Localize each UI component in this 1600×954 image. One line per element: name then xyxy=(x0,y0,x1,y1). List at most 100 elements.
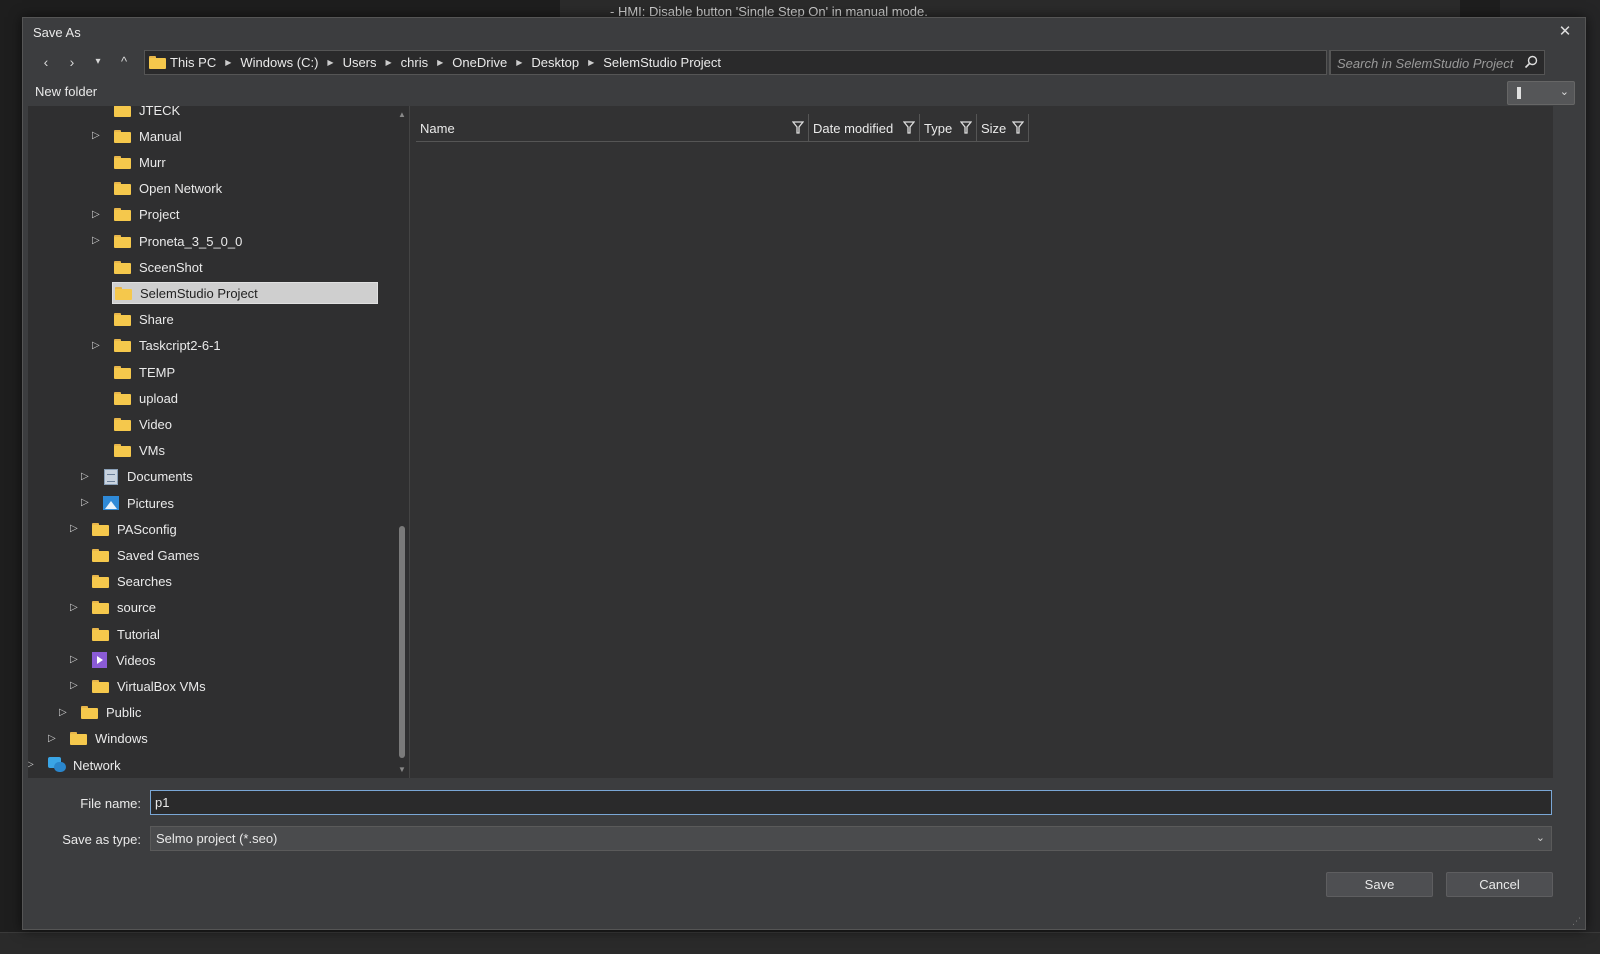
tree-item[interactable]: Share xyxy=(28,308,394,332)
recent-locations-icon[interactable]: ▾ xyxy=(88,52,108,72)
tree-item[interactable]: SceenShot xyxy=(28,255,394,279)
tree-item[interactable]: Searches xyxy=(28,570,394,594)
filter-icon[interactable] xyxy=(903,121,915,134)
breadcrumb-item[interactable]: OneDrive ▶ xyxy=(452,55,531,70)
tree-item[interactable]: Murr xyxy=(28,150,394,174)
tree-item[interactable]: VMs xyxy=(28,439,394,463)
background-app-strip: - HMI: Disable button 'Single Step On' i… xyxy=(560,0,1460,18)
title-bar: Save As ✕ xyxy=(23,18,1585,46)
folder-icon xyxy=(81,706,98,720)
scroll-up-icon[interactable]: ▲ xyxy=(398,110,406,119)
filter-icon[interactable] xyxy=(960,121,972,134)
tree-item[interactable]: ▷ Proneta_3_5_0_0 xyxy=(28,229,394,253)
folder-icon xyxy=(92,679,109,693)
expand-icon[interactable]: ▷ xyxy=(59,707,71,719)
column-size[interactable]: Size xyxy=(977,114,1029,142)
tree-item[interactable]: ▷ Project xyxy=(28,203,394,227)
close-icon[interactable]: ✕ xyxy=(1555,22,1575,42)
tree-item[interactable]: Video xyxy=(28,412,394,436)
tree-item[interactable]: Open Network xyxy=(28,177,394,201)
search-box[interactable] xyxy=(1330,50,1545,75)
breadcrumb-item[interactable]: SelemStudio Project xyxy=(603,55,721,70)
folder-icon xyxy=(114,339,131,353)
breadcrumb-item[interactable]: chris ▶ xyxy=(401,55,453,70)
tree-item[interactable]: ▷ Public xyxy=(28,701,394,725)
save-button[interactable]: Save xyxy=(1326,872,1433,897)
scroll-down-icon[interactable]: ▼ xyxy=(398,765,406,774)
scrollbar-thumb[interactable] xyxy=(399,526,405,758)
expand-icon[interactable]: ▷ xyxy=(81,497,93,509)
folder-icon xyxy=(114,129,131,143)
search-input[interactable] xyxy=(1337,54,1517,72)
expand-icon[interactable]: ▷ xyxy=(92,340,104,352)
tree-item[interactable]: ▷ Network xyxy=(28,753,394,777)
save-type-label: Save as type: xyxy=(62,832,141,847)
tree-item-label: JTECK xyxy=(139,106,181,118)
column-type[interactable]: Type xyxy=(920,114,977,142)
breadcrumb-separator-icon[interactable]: ▶ xyxy=(516,58,522,67)
tree-item-label: Open Network xyxy=(139,181,223,197)
tree-item[interactable]: ▷ Manual xyxy=(28,124,394,148)
filter-icon[interactable] xyxy=(1012,121,1024,134)
breadcrumb-separator-icon[interactable]: ▶ xyxy=(437,58,443,67)
expand-icon[interactable]: ▷ xyxy=(28,759,38,771)
tree-item[interactable]: ▷ source xyxy=(28,596,394,620)
tree-item[interactable]: ▷ PASconfig xyxy=(28,517,394,541)
breadcrumb-separator-icon[interactable]: ▶ xyxy=(588,58,594,67)
filter-icon[interactable] xyxy=(792,121,804,134)
expand-icon[interactable]: ▷ xyxy=(70,523,82,535)
tree-item[interactable]: ▷ Documents xyxy=(28,465,394,489)
folder-icon xyxy=(114,182,131,196)
tree-item[interactable]: ▷ VirtualBox VMs xyxy=(28,674,394,698)
forward-icon[interactable]: › xyxy=(62,52,82,72)
tree-item[interactable]: ▷ Videos xyxy=(28,648,394,672)
tree-item[interactable]: JTECK xyxy=(28,106,394,122)
address-bar[interactable]: This PC ▶ Windows (C:) ▶ Users ▶ chris ▶ OneDriv… xyxy=(144,50,1327,75)
tree-item-label: Saved Games xyxy=(117,547,200,563)
column-name[interactable]: Name xyxy=(416,114,809,142)
breadcrumb-separator-icon[interactable]: ▶ xyxy=(225,58,231,67)
expand-icon[interactable]: ▷ xyxy=(92,235,104,247)
breadcrumb-item[interactable]: Desktop ▶ xyxy=(531,55,603,70)
column-date-modified[interactable]: Date modified xyxy=(809,114,920,142)
folder-icon xyxy=(114,313,131,327)
file-list[interactable]: Name Date modified Type Size xyxy=(409,106,1553,778)
new-folder-button[interactable]: New folder xyxy=(35,84,97,99)
save-type-select[interactable]: Selmo project (*.seo) ⌄ xyxy=(150,826,1552,851)
column-type-label: Type xyxy=(924,120,953,136)
breadcrumb-item[interactable]: Users ▶ xyxy=(343,55,401,70)
tree-item[interactable]: TEMP xyxy=(28,360,394,384)
breadcrumb-separator-icon[interactable]: ▶ xyxy=(327,58,333,67)
search-icon[interactable] xyxy=(1524,55,1538,69)
resize-grip-icon[interactable]: ⋰ xyxy=(1572,916,1582,926)
tree-item[interactable]: ▷ Taskcript2-6-1 xyxy=(28,334,394,358)
cancel-button[interactable]: Cancel xyxy=(1446,872,1553,897)
folder-icon xyxy=(114,391,131,405)
breadcrumb-item[interactable]: This PC ▶ xyxy=(170,55,240,70)
breadcrumb-item[interactable]: Windows (C:) ▶ xyxy=(240,55,342,70)
file-name-input[interactable] xyxy=(150,790,1552,815)
back-icon[interactable]: ‹ xyxy=(36,52,56,72)
tree-item-label: TEMP xyxy=(139,364,176,380)
expand-icon[interactable]: ▷ xyxy=(70,680,82,692)
expand-icon[interactable]: ▷ xyxy=(70,602,82,614)
breadcrumb-label: OneDrive xyxy=(452,55,508,70)
up-folder-icon[interactable]: ^ xyxy=(114,52,134,72)
expand-icon[interactable]: ▷ xyxy=(92,130,104,142)
tree-item[interactable]: ▷ Pictures xyxy=(28,491,394,515)
breadcrumb-separator-icon[interactable]: ▶ xyxy=(386,58,392,67)
tree-item[interactable]: upload xyxy=(28,386,394,410)
expand-icon[interactable]: ▷ xyxy=(92,209,104,221)
breadcrumb-label: SelemStudio Project xyxy=(603,55,721,70)
navigation-tree[interactable]: JTECK ▷ Manual Murr Open Network ▷ Project ▷ Pro… xyxy=(28,106,409,778)
expand-icon[interactable]: ▷ xyxy=(81,471,93,483)
tree-scrollbar[interactable]: ▲ ▼ xyxy=(396,106,409,778)
change-view-button[interactable]: ⌄ xyxy=(1507,81,1575,105)
expand-icon[interactable]: ▷ xyxy=(70,654,82,666)
expand-icon[interactable]: ▷ xyxy=(48,733,60,745)
tree-item[interactable]: SelemStudio Project xyxy=(28,281,394,305)
tree-item[interactable]: Saved Games xyxy=(28,543,394,567)
tree-item[interactable]: ▷ Windows xyxy=(28,727,394,751)
folder-icon xyxy=(92,627,109,641)
tree-item[interactable]: Tutorial xyxy=(28,622,394,646)
